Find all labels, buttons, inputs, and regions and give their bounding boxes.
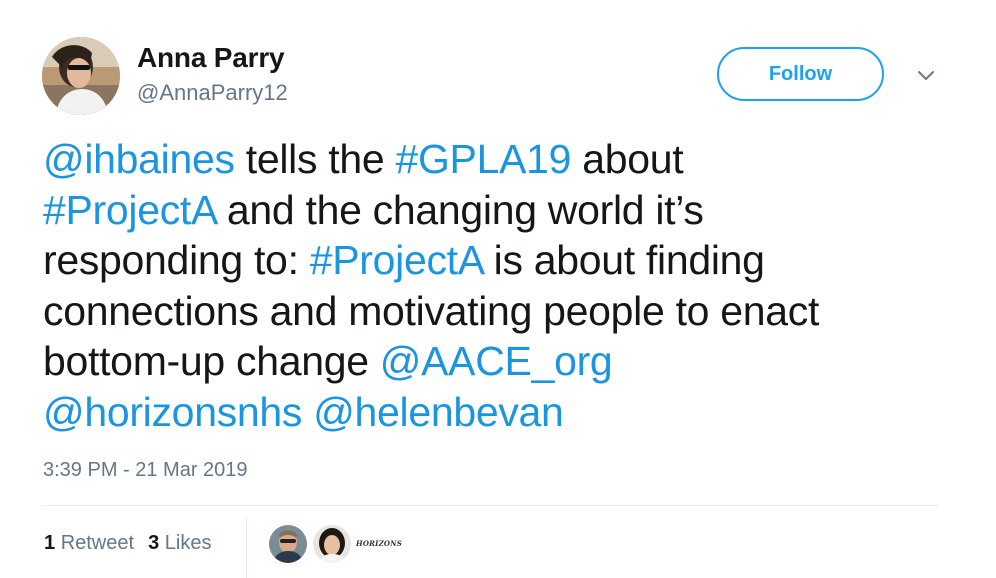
mention-link[interactable]: @helenbevan (313, 389, 564, 435)
mention-link[interactable]: @ihbaines (43, 136, 235, 182)
tweet-text-segment: responding to: (43, 237, 310, 283)
author-handle[interactable]: @AnnaParry12 (137, 80, 288, 106)
tweet-stats: 1 Retweet 3 Likes (44, 532, 211, 555)
tweet-text-line: #ProjectA and the changing world it’s (43, 185, 963, 236)
stats-divider (246, 518, 247, 578)
tweet-text: @ihbaines tells the #GPLA19 about #Projec… (43, 134, 963, 437)
tweet-text-line: connections and motivating people to ena… (43, 286, 963, 337)
retweets-label: Retweet (60, 532, 135, 554)
tweet-text-line: responding to: #ProjectA is about findin… (43, 235, 963, 286)
tweet-text-segment: bottom-up change (43, 338, 380, 384)
retweets-stat[interactable]: 1 Retweet (44, 532, 134, 554)
chevron-down-icon[interactable] (912, 64, 940, 88)
hashtag-link[interactable]: #ProjectA (310, 237, 483, 283)
tweet-text-segment: and the changing world it’s (215, 186, 704, 233)
likes-stat[interactable]: 3 Likes (148, 532, 211, 554)
tweet-text-line: @ihbaines tells the #GPLA19 about (43, 134, 963, 185)
tweet-text-segment: is about finding (482, 237, 765, 283)
tweet-text-segment: about (571, 136, 684, 182)
tweet-timestamp[interactable]: 3:39 PM - 21 Mar 2019 (43, 459, 248, 482)
tweet-text-segment (302, 389, 313, 435)
tweet-text-line: @horizonsnhs @helenbevan (43, 387, 963, 438)
author-avatar-image (42, 37, 120, 115)
mention-link[interactable]: @horizonsnhs (43, 389, 302, 435)
retweets-count: 1 (44, 532, 56, 554)
divider (42, 505, 938, 506)
author-avatar[interactable] (42, 37, 120, 115)
tweet-text-line: bottom-up change @AACE_org (43, 336, 963, 387)
hashtag-link[interactable]: #ProjectA (43, 187, 216, 233)
author-name[interactable]: Anna Parry (137, 42, 285, 74)
hashtag-link[interactable]: #GPLA19 (395, 136, 571, 182)
liker-logo-text[interactable]: HORIZONS (356, 539, 402, 548)
mention-link[interactable]: @AACE_org (380, 338, 613, 384)
likes-count: 3 (148, 532, 160, 554)
tweet-text-segment: connections and motivating people to ena… (43, 287, 820, 334)
liker-avatar[interactable] (312, 524, 352, 564)
tweet-text-segment: tells the (234, 136, 396, 182)
follow-button[interactable]: Follow (717, 47, 884, 101)
liker-avatar[interactable] (268, 524, 308, 564)
likes-label: Likes (164, 532, 212, 554)
